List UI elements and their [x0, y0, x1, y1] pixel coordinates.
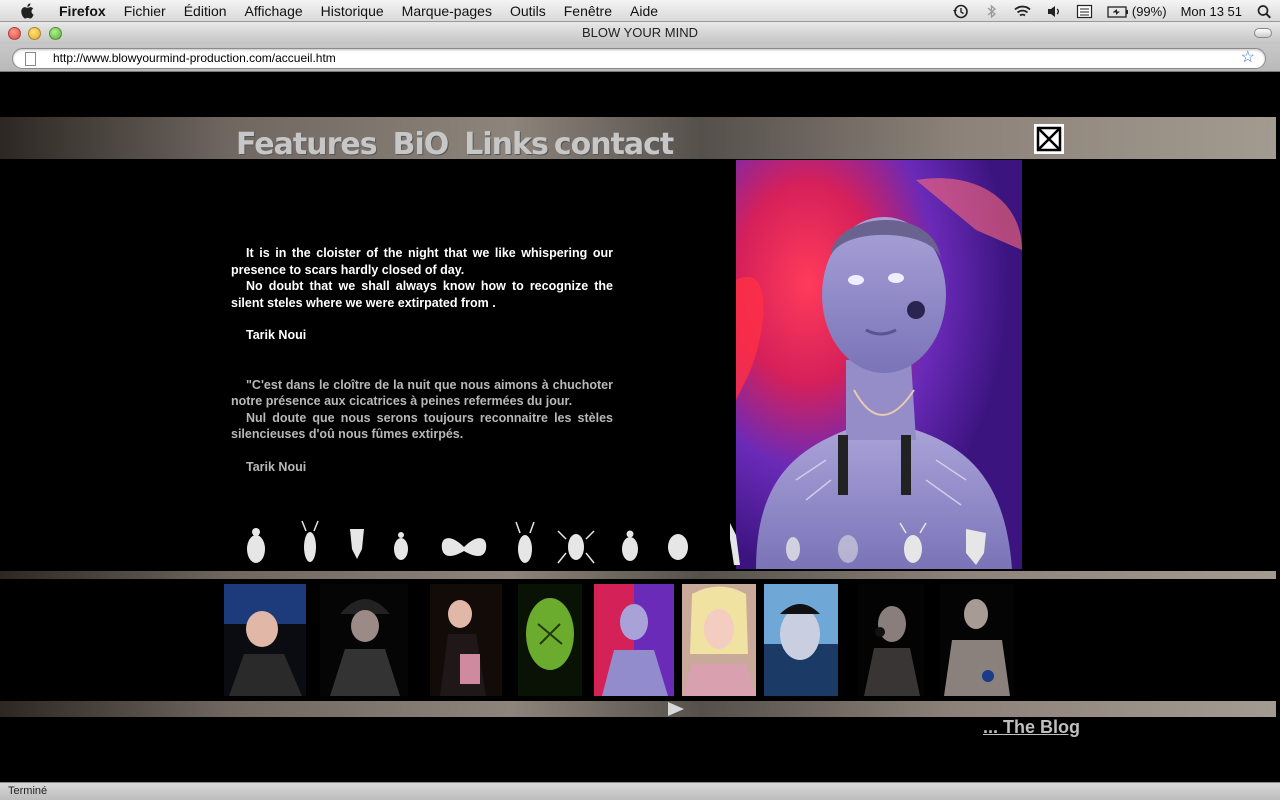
poem-en-author: Tarik Noui	[246, 328, 307, 342]
menu-aide[interactable]: Aide	[621, 0, 667, 22]
thumbnail-1[interactable]	[224, 584, 306, 696]
nav-bio-link[interactable]: BiO	[393, 128, 450, 162]
battery-status[interactable]: (99%)	[1107, 4, 1167, 19]
window-title-bar: BLOW YOUR MIND	[0, 22, 1280, 44]
menu-firefox[interactable]: Firefox	[50, 0, 115, 22]
thumbnail-4[interactable]	[518, 584, 582, 696]
url-text[interactable]: http://www.blowyourmind-production.com/a…	[53, 51, 336, 66]
browser-status-bar: Terminé	[0, 782, 1280, 800]
zoom-window-button[interactable]	[49, 27, 62, 40]
play-arrow-icon[interactable]	[668, 702, 684, 716]
close-window-button[interactable]	[8, 27, 21, 40]
shield-bug-icon[interactable]	[350, 529, 364, 559]
shield-bug-icon[interactable]	[966, 529, 986, 565]
poem-fr-paragraph-2: Nul doute que nous serons toujours recon…	[231, 410, 613, 442]
thumbnail-2[interactable]	[320, 584, 408, 696]
status-text: Terminé	[8, 785, 48, 797]
menu-fichier[interactable]: Fichier	[115, 0, 175, 22]
blob-icon[interactable]	[838, 535, 858, 563]
thumbnail-9[interactable]	[940, 584, 1014, 696]
browser-toolbar: http://www.blowyourmind-production.com/a…	[0, 44, 1280, 72]
poem-fr-author: Tarik Noui	[246, 459, 307, 474]
menu-edition[interactable]: Édition	[175, 0, 236, 22]
menu-extras: (99%) Mon 13 51	[945, 0, 1280, 22]
window-title: BLOW YOUR MIND	[581, 25, 699, 40]
longhorn-beetle-icon[interactable]	[301, 520, 319, 562]
thumbnail-5[interactable]	[594, 584, 674, 696]
thumbnail-7[interactable]	[764, 584, 838, 696]
minimize-window-button[interactable]	[28, 27, 41, 40]
nav-links-link[interactable]: Links	[464, 128, 549, 162]
menu-historique[interactable]: Historique	[312, 0, 393, 22]
menu-affichage[interactable]: Affichage	[236, 0, 312, 22]
toolbar-toggle-button[interactable]	[1254, 28, 1272, 38]
beetle-icon[interactable]	[394, 532, 408, 560]
bookmark-star-icon[interactable]: ☆	[1241, 50, 1255, 66]
beetle-icon[interactable]	[786, 537, 800, 561]
site-nav: Features BiO Links contact	[236, 126, 689, 162]
mac-menu-bar: Firefox Fichier Édition Affichage Histor…	[0, 0, 1280, 22]
ground-beetle-icon[interactable]	[557, 530, 595, 564]
nav-features-link[interactable]: Features	[236, 128, 378, 162]
time-machine-icon[interactable]	[952, 4, 969, 19]
address-bar[interactable]: http://www.blowyourmind-production.com/a…	[12, 48, 1266, 69]
blog-link[interactable]: ... The Blog	[983, 717, 1080, 738]
thumb-band-top	[0, 571, 1276, 579]
thumbnail-3[interactable]	[430, 584, 502, 696]
bluetooth-icon[interactable]	[983, 4, 1000, 19]
menu-clock[interactable]: Mon 13 51	[1181, 4, 1242, 19]
menu-fenetre[interactable]: Fenêtre	[555, 0, 621, 22]
thumbnail-6[interactable]	[682, 584, 756, 696]
spotlight-search-icon[interactable]	[1256, 4, 1273, 19]
battery-icon	[1107, 5, 1128, 18]
insect-silhouette-row	[247, 520, 986, 565]
nav-contact-link[interactable]: contact	[554, 128, 674, 162]
thumb-band-bottom	[0, 701, 1276, 717]
close-x-icon[interactable]	[1034, 124, 1064, 154]
apple-icon[interactable]	[18, 1, 38, 21]
poem-text: It is in the cloister of the night that …	[231, 245, 613, 475]
beetle-icon[interactable]	[247, 528, 265, 563]
volume-icon[interactable]	[1045, 4, 1062, 19]
wifi-icon[interactable]	[1014, 4, 1031, 19]
ladybug-icon[interactable]	[668, 534, 688, 560]
poem-en-paragraph-2: No doubt that we shall always know how t…	[231, 279, 613, 310]
page-icon	[25, 52, 36, 66]
battery-percent: (99%)	[1131, 3, 1167, 19]
thumbnail-strip	[0, 579, 1276, 701]
poem-fr-paragraph-1: "C'est dans le cloître de la nuit que no…	[231, 377, 613, 409]
web-page: Features BiO Links contact It is in the …	[0, 72, 1280, 782]
keyboard-input-icon[interactable]	[1076, 4, 1093, 19]
menu-outils[interactable]: Outils	[501, 0, 555, 22]
beetle-icon[interactable]	[622, 530, 638, 562]
menu-marque-pages[interactable]: Marque-pages	[393, 0, 501, 22]
main-portrait-photo	[736, 160, 1022, 569]
moth-icon[interactable]	[441, 538, 487, 556]
longhorn-beetle-icon[interactable]	[899, 522, 927, 563]
mantis-icon[interactable]	[730, 523, 740, 565]
thumbnail-8[interactable]	[858, 584, 924, 696]
longhorn-beetle-icon[interactable]	[515, 521, 535, 563]
poem-en-paragraph-1: It is in the cloister of the night that …	[231, 246, 613, 277]
